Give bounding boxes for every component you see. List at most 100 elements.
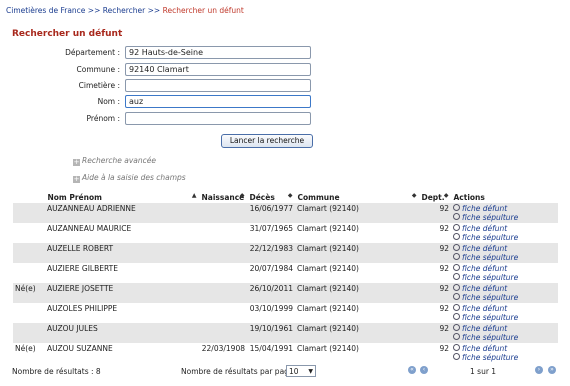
- column-header-name[interactable]: Nom Prénom ▲: [45, 192, 200, 203]
- next-page-icon[interactable]: ›: [535, 366, 543, 374]
- breadcrumb-search[interactable]: Rechercher: [103, 6, 145, 15]
- magnifier-icon: [453, 353, 460, 360]
- magnifier-icon: [453, 253, 460, 260]
- row-name: AUZANNEAU MAURICE: [47, 224, 132, 233]
- column-header-actions: Actions: [451, 192, 559, 203]
- column-header-dept[interactable]: Dept. ◆: [419, 192, 452, 203]
- fiche-defunt-link[interactable]: fiche défunt: [453, 244, 556, 253]
- row-prefix: [13, 323, 45, 343]
- row-commune: Clamart (92140): [295, 323, 419, 343]
- advanced-search-link[interactable]: + Recherche avancée: [73, 156, 156, 166]
- table-row: Né(e) AUZOU SUZANNE 22/03/1908 15/04/199…: [13, 343, 558, 363]
- magnifier-icon: [453, 264, 460, 271]
- fiche-defunt-link[interactable]: fiche défunt: [453, 344, 556, 353]
- fiche-defunt-link[interactable]: fiche défunt: [453, 224, 556, 233]
- row-name: AUZIERE GILBERTE: [47, 264, 118, 273]
- row-prefix: Né(e): [13, 283, 45, 303]
- fiche-sepulture-link[interactable]: fiche sépulture: [453, 233, 556, 242]
- column-header-birth[interactable]: Naissance ◆: [199, 192, 248, 203]
- row-commune: Clamart (92140): [295, 283, 419, 303]
- advanced-search-label: Recherche avancée: [82, 156, 157, 165]
- fiche-defunt-label: fiche défunt: [462, 344, 508, 353]
- per-page-select[interactable]: 10 ▼: [286, 365, 316, 377]
- row-death: 15/04/1991: [249, 344, 293, 353]
- row-commune: Clamart (92140): [297, 224, 359, 233]
- row-death: 31/07/1965: [249, 224, 293, 233]
- row-death: 26/10/2011: [247, 283, 295, 303]
- help-link[interactable]: + Aide à la saisie des champs: [73, 173, 186, 183]
- row-death: 22/12/1983: [247, 243, 295, 263]
- fiche-sepulture-label: fiche sépulture: [462, 253, 519, 262]
- fiche-defunt-label: fiche défunt: [462, 304, 508, 313]
- fiche-sepulture-label: fiche sépulture: [462, 233, 519, 242]
- commune-field[interactable]: 92140 Clamart: [125, 63, 311, 76]
- magnifier-icon: [453, 344, 460, 351]
- previous-page-icon[interactable]: ‹: [420, 366, 428, 374]
- last-page-icon[interactable]: »: [548, 366, 556, 374]
- fiche-sepulture-link[interactable]: fiche sépulture: [453, 253, 556, 262]
- row-name: AUZOU SUZANNE: [47, 344, 113, 353]
- fiche-defunt-link[interactable]: fiche défunt: [453, 284, 556, 293]
- dropdown-arrow-icon: ▼: [308, 368, 313, 375]
- row-prefix: [13, 203, 45, 223]
- fiche-sepulture-link[interactable]: fiche sépulture: [453, 293, 556, 302]
- fiche-defunt-link[interactable]: fiche défunt: [453, 264, 556, 273]
- row-death: 16/06/1977: [247, 203, 295, 223]
- fiche-sepulture-link[interactable]: fiche sépulture: [453, 313, 556, 322]
- row-birth: [199, 263, 247, 283]
- magnifier-icon: [453, 313, 460, 320]
- magnifier-icon: [453, 324, 460, 331]
- first-page-icon[interactable]: «: [408, 366, 416, 374]
- row-actions: fiche défunt fiche sépulture: [451, 283, 558, 303]
- row-prefix: [13, 243, 45, 263]
- fiche-defunt-link[interactable]: fiche défunt: [453, 324, 556, 333]
- fiche-defunt-link[interactable]: fiche défunt: [453, 304, 556, 313]
- row-dept: 92: [419, 283, 451, 303]
- row-name: AUZELLE ROBERT: [45, 243, 199, 263]
- table-row: AUZIERE GILBERTE 20/07/1984 Clamart (921…: [13, 263, 558, 283]
- row-dept: 92: [419, 323, 451, 343]
- column-header-dept-label: Dept.: [421, 193, 445, 202]
- breadcrumb-home[interactable]: Cimetières de France: [6, 6, 85, 15]
- row-dept: 92: [419, 243, 451, 263]
- fiche-sepulture-label: fiche sépulture: [462, 213, 519, 222]
- plus-icon: +: [73, 175, 80, 183]
- row-death: 03/10/1999: [249, 304, 293, 313]
- fiche-sepulture-link[interactable]: fiche sépulture: [453, 213, 556, 222]
- row-name: AUZOLES PHILIPPE: [47, 304, 118, 313]
- row-dept: 92: [439, 304, 449, 313]
- row-name: AUZIERE JOSETTE: [45, 283, 199, 303]
- fiche-sepulture-link[interactable]: fiche sépulture: [453, 333, 556, 342]
- fiche-sepulture-label: fiche sépulture: [462, 333, 519, 342]
- fiche-sepulture-label: fiche sépulture: [462, 293, 519, 302]
- row-prefix: [13, 223, 45, 243]
- nom-label: Nom :: [97, 97, 120, 106]
- column-header-death[interactable]: Décès ◆: [247, 192, 296, 203]
- row-dept: 92: [419, 203, 451, 223]
- page-title: Rechercher un défunt: [12, 29, 123, 39]
- departement-field[interactable]: 92 Hauts-de-Seine: [125, 46, 311, 59]
- table-row: AUZOU JULES 19/10/1961 Clamart (92140) 9…: [13, 323, 558, 343]
- fiche-defunt-label: fiche défunt: [462, 244, 508, 253]
- column-header-prefix: [13, 192, 46, 203]
- column-header-commune[interactable]: Commune ◆: [295, 192, 420, 203]
- fiche-sepulture-label: fiche sépulture: [462, 273, 519, 282]
- magnifier-icon: [453, 213, 460, 220]
- help-label: Aide à la saisie des champs: [82, 173, 186, 182]
- sort-icon: ◆: [239, 192, 245, 199]
- row-actions: fiche défunt fiche sépulture: [451, 203, 558, 223]
- prenom-field[interactable]: [125, 112, 311, 125]
- row-actions: fiche défunt fiche sépulture: [451, 323, 558, 343]
- fiche-defunt-link[interactable]: fiche défunt: [453, 204, 556, 213]
- magnifier-icon: [453, 284, 460, 291]
- prenom-label: Prénom :: [86, 114, 120, 123]
- fiche-sepulture-link[interactable]: fiche sépulture: [453, 353, 556, 362]
- column-header-commune-label: Commune: [297, 193, 340, 202]
- sort-icon: ◆: [411, 192, 417, 199]
- row-actions: fiche défunt fiche sépulture: [451, 343, 558, 363]
- nom-field[interactable]: auz: [125, 95, 311, 108]
- cimetiere-field[interactable]: [125, 79, 311, 92]
- search-button[interactable]: Lancer la recherche: [221, 134, 313, 148]
- fiche-sepulture-link[interactable]: fiche sépulture: [453, 273, 556, 282]
- breadcrumb: Cimetières de France >> Rechercher >> Re…: [6, 6, 244, 15]
